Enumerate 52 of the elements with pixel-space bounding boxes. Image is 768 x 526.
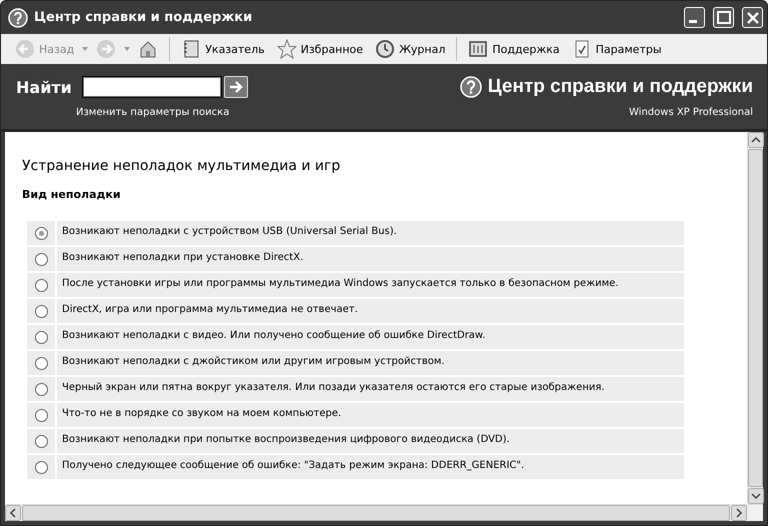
- favorites-button[interactable]: Избранное: [272, 36, 368, 62]
- radio-button[interactable]: [34, 330, 48, 344]
- support-button[interactable]: Поддержка: [464, 36, 564, 62]
- radio-button[interactable]: [34, 434, 48, 448]
- page-heading: Устранение неполадок мультимедиа и игр: [22, 158, 342, 174]
- minimize-button[interactable]: [684, 7, 705, 28]
- help-icon: [8, 8, 28, 28]
- option-label[interactable]: Получено следующее сообщение об ошибке: "Задать режим экрана: DDERR_GENERIC".: [57, 455, 684, 479]
- maximize-icon: [714, 8, 732, 26]
- close-button[interactable]: [742, 7, 763, 28]
- option-label[interactable]: Возникают неполадки с устройством USB (Universal Serial Bus).: [57, 221, 684, 245]
- option-label[interactable]: После установки игры или программы мультимедиа Windows запускается только в безопасном режиме.: [57, 273, 684, 297]
- radio-button[interactable]: [34, 356, 48, 370]
- option-label[interactable]: Что-то не в порядке со звуком на моем компьютере.: [57, 403, 684, 427]
- option-label[interactable]: Черный экран или пятна вокруг указателя. Или позади указателя остаются его старые изображения.: [57, 377, 684, 401]
- dropdown-caret-icon: [82, 47, 88, 51]
- option-label[interactable]: Возникают неполадки с видео. Или получено сообщение об ошибке DirectDraw.: [57, 325, 684, 349]
- radio-button[interactable]: [34, 278, 48, 292]
- scroll-right-icon: [731, 505, 747, 521]
- scroll-left-icon: [5, 505, 21, 521]
- option-label[interactable]: Возникают неполадки при установке DirectX.: [57, 247, 684, 271]
- search-label: Найти: [16, 78, 72, 96]
- radio-button[interactable]: [34, 226, 48, 240]
- dropdown-caret-icon: [124, 47, 130, 51]
- section-heading: Вид неполадки: [22, 188, 122, 201]
- radio-button[interactable]: [34, 304, 48, 318]
- window-title: Центр справки и поддержки: [34, 10, 254, 25]
- history-button[interactable]: Журнал: [371, 36, 450, 62]
- search-field[interactable]: [82, 76, 222, 98]
- header-title: Центр справки и поддержки: [488, 76, 753, 98]
- radio-button[interactable]: [34, 382, 48, 396]
- radio-button[interactable]: [34, 408, 48, 422]
- tools-icon: [468, 39, 488, 59]
- minimize-icon: [688, 20, 696, 23]
- index-button[interactable]: Указатель: [177, 36, 269, 62]
- maximize-button[interactable]: [713, 7, 734, 28]
- house-icon: [138, 39, 158, 59]
- clock-icon: [375, 39, 396, 59]
- option-label[interactable]: Возникают неполадки при попытке воспроизведения цифрового видеодиска (DVD).: [57, 429, 684, 453]
- edition-label: Windows XP Professional: [629, 107, 753, 118]
- radio-button[interactable]: [34, 460, 48, 474]
- scroll-down-icon: [748, 488, 764, 504]
- notebook-icon: [181, 39, 202, 59]
- arrow-right-icon: [228, 80, 244, 94]
- help-icon: [460, 76, 482, 98]
- options-button[interactable]: Параметры: [568, 36, 666, 62]
- search-options-link[interactable]: Изменить параметры поиска: [76, 107, 248, 118]
- search-go-button[interactable]: [224, 76, 248, 98]
- star-icon: [276, 39, 297, 59]
- option-label[interactable]: Возникают неполадки с джойстиком или другим игровым устройством.: [57, 351, 684, 375]
- radio-button[interactable]: [34, 252, 48, 266]
- option-label[interactable]: DirectX, игра или программа мультимедиа не отвечает.: [57, 299, 684, 323]
